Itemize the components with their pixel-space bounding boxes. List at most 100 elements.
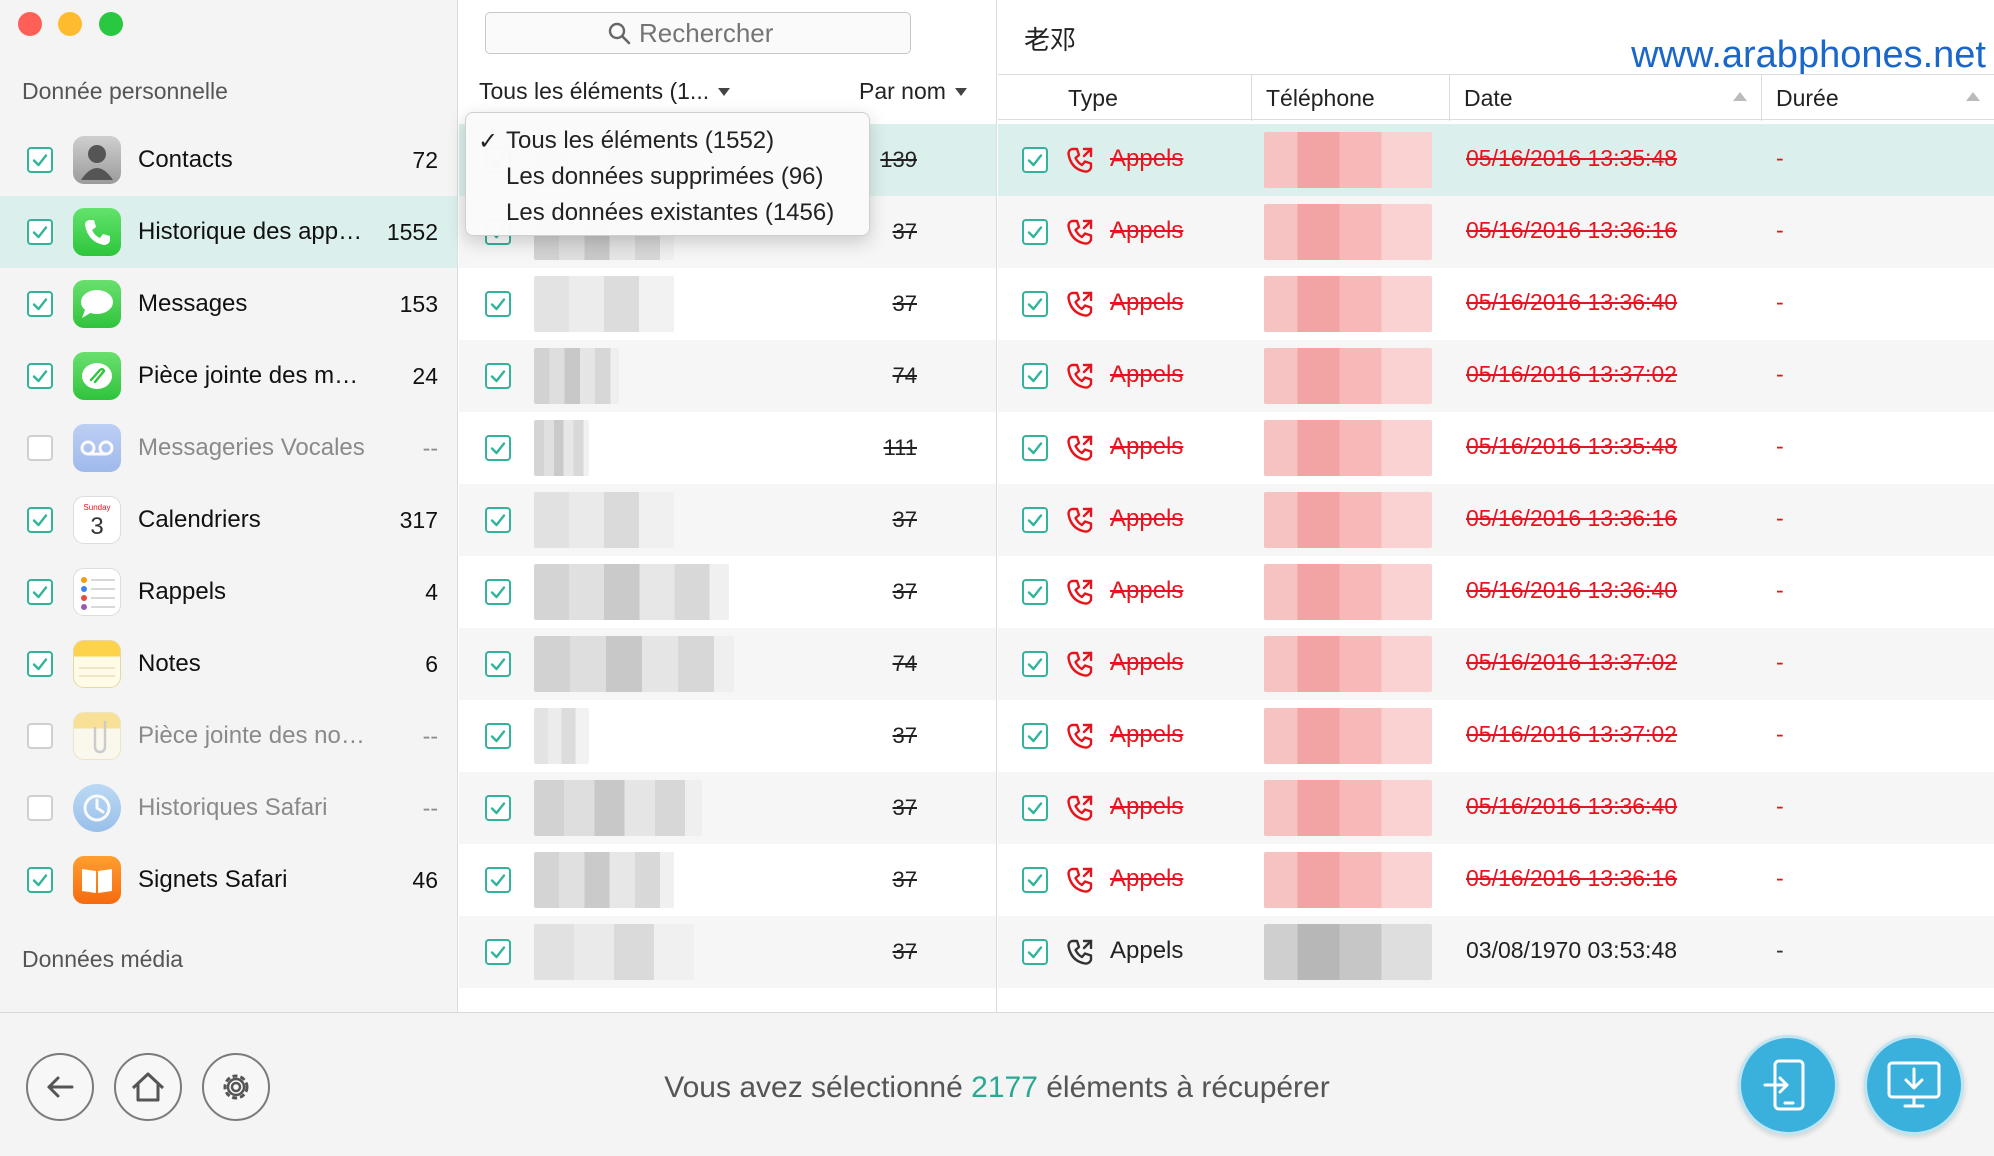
sidebar-item-partial[interactable] [0,1000,457,1012]
sort-dropdown-toggle[interactable]: Par nom [859,78,967,105]
table-row-partial[interactable] [998,1000,1994,1012]
category-checkbox[interactable] [27,147,53,173]
item-checkbox[interactable] [485,795,511,821]
call-type: Appels [1110,721,1184,748]
outgoing-call-icon [1066,434,1094,462]
sidebar: Donnée personnelle Contacts 72 Historique … [0,0,458,1012]
outgoing-call-icon [1066,290,1094,318]
zoom-window-button[interactable] [99,12,123,36]
table-row[interactable]: Appels 05/16/2016 13:36:16 - [998,484,1994,556]
category-checkbox[interactable] [27,435,53,461]
sidebar-item-voicemail[interactable]: Messageries Vocales -- [0,412,457,484]
column-header-date[interactable]: Date [1450,75,1762,121]
category-checkbox[interactable] [27,291,53,317]
row-checkbox[interactable] [1022,147,1048,173]
filter-dropdown-toggle[interactable]: Tous les éléments (1... [479,78,731,105]
row-checkbox[interactable] [1022,867,1048,893]
row-checkbox[interactable] [1022,723,1048,749]
table-row[interactable]: Appels 05/16/2016 13:36:16 - [998,196,1994,268]
row-checkbox[interactable] [1022,939,1048,965]
sidebar-item-calendar[interactable]: Sunday 3 Calendriers 317 [0,484,457,556]
chevron-down-icon [954,87,967,96]
item-checkbox[interactable] [485,723,511,749]
list-item[interactable]: 37 [459,268,996,340]
table-row[interactable]: Appels 05/16/2016 13:36:40 - [998,268,1994,340]
search-box[interactable] [485,12,911,54]
category-checkbox[interactable] [27,219,53,245]
close-window-button[interactable] [18,12,42,36]
row-checkbox[interactable] [1022,219,1048,245]
item-checkbox[interactable] [485,651,511,677]
list-item[interactable]: 37 [459,700,996,772]
sidebar-item-phone[interactable]: Historique des appels 1552 [0,196,457,268]
recover-to-computer-button[interactable] [1864,1035,1964,1135]
row-checkbox[interactable] [1022,291,1048,317]
item-checkbox[interactable] [485,291,511,317]
sidebar-item-reminders[interactable]: Rappels 4 [0,556,457,628]
item-checkbox[interactable] [485,435,511,461]
sidebar-item-note-attachment[interactable]: Pièce jointe des notes -- [0,700,457,772]
list-item[interactable]: 37 [459,484,996,556]
column-header-duration[interactable]: Durée [1762,75,1994,121]
column-header-phone[interactable]: Téléphone [1252,75,1450,121]
sidebar-item-label: Contacts [138,146,233,173]
sidebar-item-notes[interactable]: Notes 6 [0,628,457,700]
item-count: 74 [892,651,917,676]
list-item-partial[interactable] [459,1000,996,1012]
table-row[interactable]: Appels 05/16/2016 13:37:02 - [998,700,1994,772]
call-date: 05/16/2016 13:35:48 [1466,145,1678,171]
filter-option-0[interactable]: ✓ Tous les éléments (1552) [466,123,869,159]
category-checkbox[interactable] [27,579,53,605]
row-checkbox[interactable] [1022,651,1048,677]
list-item[interactable]: 37 [459,844,996,916]
sidebar-item-bookmarks[interactable]: Signets Safari 46 [0,844,457,916]
category-checkbox[interactable] [27,363,53,389]
table-row[interactable]: Appels 05/16/2016 13:35:48 - [998,124,1994,196]
row-checkbox[interactable] [1022,795,1048,821]
table-row[interactable]: Appels 05/16/2016 13:37:02 - [998,340,1994,412]
row-checkbox[interactable] [1022,507,1048,533]
table-row[interactable]: Appels 05/16/2016 13:36:16 - [998,844,1994,916]
row-checkbox[interactable] [1022,363,1048,389]
sidebar-item-messages[interactable]: Messages 153 [0,268,457,340]
sidebar-item-paperclip[interactable]: Pièce jointe des messages 24 [0,340,457,412]
recover-to-device-button[interactable] [1738,1035,1838,1135]
sidebar-item-contacts[interactable]: Contacts 72 [0,124,457,196]
filter-option-1[interactable]: Les données supprimées (96) [466,159,869,195]
category-checkbox[interactable] [27,867,53,893]
category-checkbox[interactable] [27,507,53,533]
list-item[interactable]: 74 [459,340,996,412]
list-item[interactable]: 74 [459,628,996,700]
category-checkbox[interactable] [27,651,53,677]
item-checkbox[interactable] [485,579,511,605]
category-checkbox[interactable] [27,723,53,749]
blurred-phone-number [1264,204,1432,260]
bookmarks-icon [73,856,121,904]
list-item[interactable]: 37 [459,772,996,844]
item-checkbox[interactable] [485,363,511,389]
call-duration: - [1776,433,1784,459]
sidebar-item-safari-history[interactable]: Historiques Safari -- [0,772,457,844]
category-checkbox[interactable] [27,795,53,821]
table-row[interactable]: Appels 05/16/2016 13:36:40 - [998,772,1994,844]
table-row[interactable]: Appels 05/16/2016 13:35:48 - [998,412,1994,484]
item-checkbox[interactable] [485,507,511,533]
item-checkbox[interactable] [485,867,511,893]
row-checkbox[interactable] [1022,579,1048,605]
outgoing-call-icon [1066,218,1094,246]
item-checkbox[interactable] [485,939,511,965]
call-duration: - [1776,649,1784,675]
outgoing-call-icon [1066,650,1094,678]
row-checkbox[interactable] [1022,435,1048,461]
filter-option-2[interactable]: Les données existantes (1456) [466,195,869,231]
list-item[interactable]: 37 [459,916,996,988]
table-row[interactable]: Appels 05/16/2016 13:36:40 - [998,556,1994,628]
search-input[interactable] [639,17,789,49]
table-row[interactable]: Appels 03/08/1970 03:53:48 - [998,916,1994,988]
list-item[interactable]: 37 [459,556,996,628]
call-duration: - [1776,289,1784,315]
minimize-window-button[interactable] [58,12,82,36]
item-count: 139 [880,147,917,172]
list-item[interactable]: 111 [459,412,996,484]
table-row[interactable]: Appels 05/16/2016 13:37:02 - [998,628,1994,700]
